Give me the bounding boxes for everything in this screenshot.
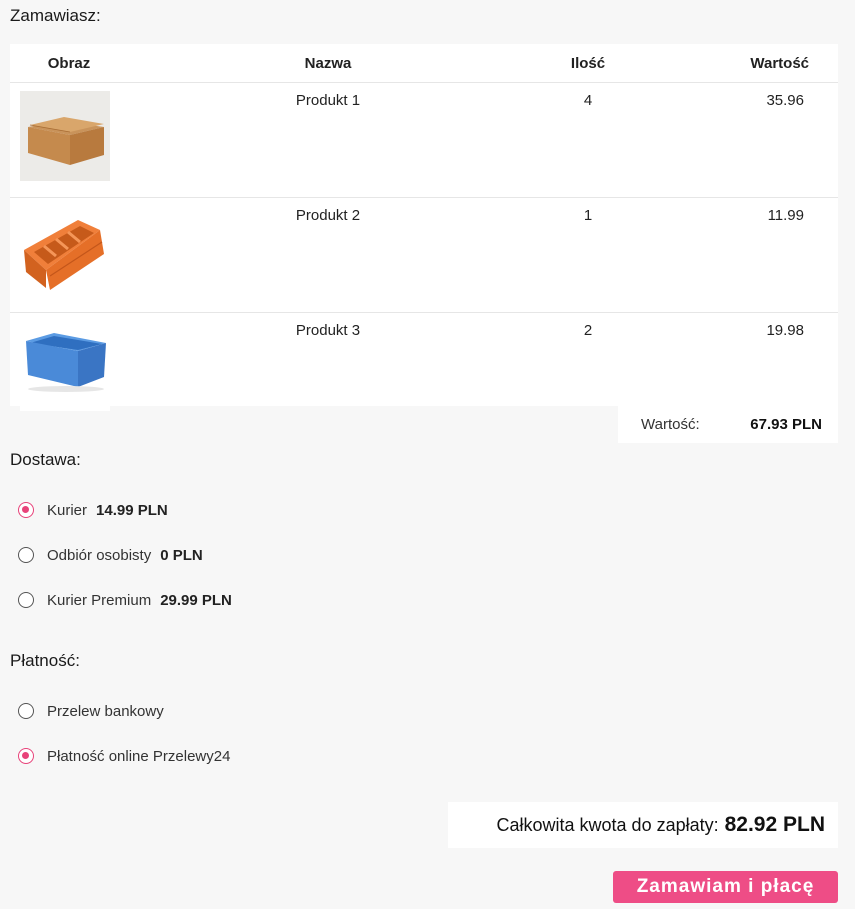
order-and-pay-button[interactable]: Zamawiam i płacę <box>613 871 838 903</box>
payment-option-label: Płatność online Przelewy24 <box>47 747 231 765</box>
product-image-cell <box>10 198 128 312</box>
delivery-section-title: Dostawa: <box>10 450 81 469</box>
blue-container-icon <box>20 321 110 411</box>
product-qty: 2 <box>583 322 593 339</box>
delivery-option-label: Kurier Premium <box>47 591 152 609</box>
radio-unselected-icon[interactable] <box>18 703 34 719</box>
product-name: Produkt 3 <box>295 322 361 339</box>
product-qty: 4 <box>583 92 593 109</box>
delivery-option-kurier[interactable]: Kurier 14.99 PLN <box>18 498 168 522</box>
delivery-option-kurier-premium[interactable]: Kurier Premium 29.99 PLN <box>18 588 232 612</box>
delivery-option-label: Odbiór osobisty <box>47 546 152 564</box>
cardboard-box-icon <box>20 91 110 181</box>
subtotal-value: 67.93 PLN <box>750 416 822 433</box>
column-header-value: Wartość <box>750 54 809 72</box>
payment-option-przelewy24[interactable]: Płatność online Przelewy24 <box>18 744 230 768</box>
payment-option-label: Przelew bankowy <box>47 702 164 720</box>
table-header: Obraz Nazwa Ilość Wartość <box>10 44 838 83</box>
payment-option-przelew-bankowy[interactable]: Przelew bankowy <box>18 699 164 723</box>
order-subtotal: Wartość: 67.93 PLN <box>618 406 838 443</box>
payment-section-title: Płatność: <box>10 651 80 670</box>
column-header-qty: Ilość <box>570 54 606 72</box>
product-value: 11.99 <box>767 207 804 224</box>
total-label: Całkowita kwota do zapłaty: <box>496 814 719 835</box>
radio-unselected-icon[interactable] <box>18 547 34 563</box>
product-name: Produkt 1 <box>295 92 361 109</box>
product-image-cell <box>10 313 128 411</box>
product-qty: 1 <box>583 207 593 224</box>
column-header-name: Nazwa <box>304 54 352 72</box>
orange-storage-bin-icon <box>20 206 110 296</box>
order-section-title: Zamawiasz: <box>10 6 101 25</box>
delivery-option-price: 29.99 PLN <box>160 591 232 609</box>
subtotal-label: Wartość: <box>641 416 700 433</box>
delivery-option-odbior-osobisty[interactable]: Odbiór osobisty 0 PLN <box>18 543 203 567</box>
table-row: Produkt 2 1 11.99 <box>10 198 838 313</box>
product-value: 19.98 <box>766 322 804 339</box>
radio-selected-icon[interactable] <box>18 502 34 518</box>
delivery-option-price: 14.99 PLN <box>96 501 168 519</box>
total-value: 82.92 PLN <box>724 813 825 836</box>
table-row: Produkt 1 4 35.96 <box>10 83 838 198</box>
product-value: 35.96 <box>766 92 804 109</box>
product-image-cell <box>10 83 128 197</box>
radio-unselected-icon[interactable] <box>18 592 34 608</box>
column-header-image: Obraz <box>47 54 91 72</box>
order-table: Obraz Nazwa Ilość Wartość Produkt 1 4 35… <box>10 44 838 411</box>
delivery-option-label: Kurier <box>47 501 88 519</box>
delivery-option-price: 0 PLN <box>160 546 203 564</box>
product-name: Produkt 2 <box>295 207 361 224</box>
table-row: Produkt 3 2 19.98 <box>10 313 838 411</box>
radio-selected-icon[interactable] <box>18 748 34 764</box>
order-total: Całkowita kwota do zapłaty: 82.92 PLN <box>448 802 838 848</box>
